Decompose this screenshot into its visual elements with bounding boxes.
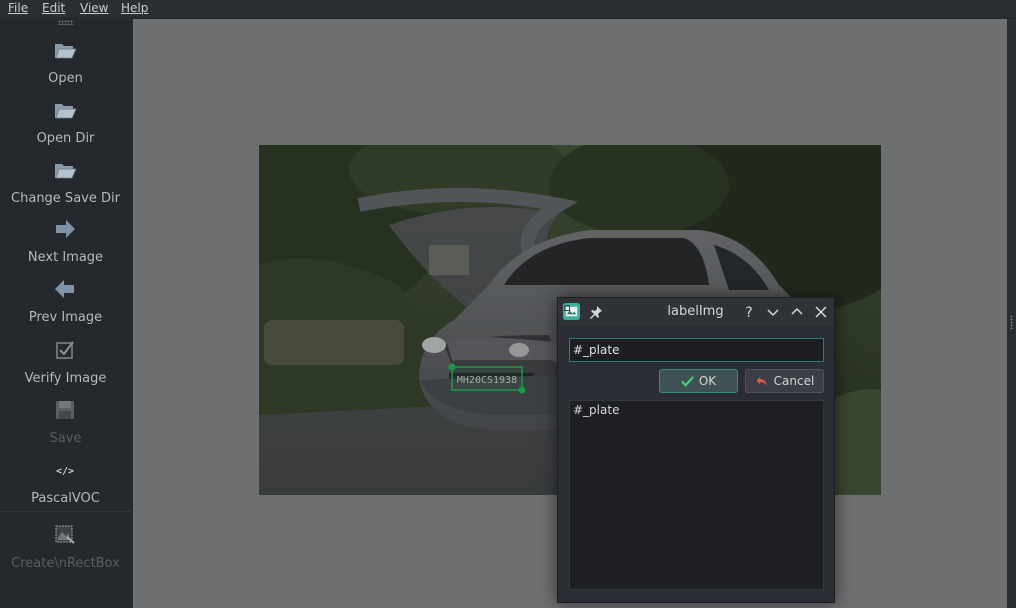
floppy-disk-icon <box>56 401 74 419</box>
right-dock-edge <box>1007 19 1016 608</box>
svg-text:?: ? <box>745 305 752 320</box>
arrow-left-icon <box>55 280 74 298</box>
minimize-icon[interactable] <box>765 304 781 320</box>
dialog-title: labelImg <box>667 304 724 319</box>
check-icon <box>681 375 694 387</box>
pin-icon[interactable] <box>588 304 604 320</box>
menu-file[interactable]: File <box>8 0 28 17</box>
verify-image-button[interactable]: Verify Image <box>0 326 131 386</box>
label-list[interactable]: #_plate <box>569 400 824 590</box>
close-icon[interactable] <box>813 304 829 320</box>
menu-view[interactable]: View <box>80 0 108 17</box>
code-tag-icon: </> <box>56 466 74 477</box>
list-item[interactable]: #_plate <box>570 401 823 419</box>
pascalvoc-label: PascalVOC <box>31 491 100 506</box>
create-rectbox-button[interactable]: Create\nRectBox <box>0 511 131 571</box>
help-icon[interactable]: ? <box>741 304 757 320</box>
open-button[interactable]: Open <box>0 26 131 86</box>
arrow-right-icon <box>56 220 75 238</box>
labelimg-app-icon <box>562 302 581 321</box>
menu-help[interactable]: Help <box>121 0 148 17</box>
open-dir-button[interactable]: Open Dir <box>0 86 131 146</box>
ok-label: OK <box>698 374 717 388</box>
prev-image-button[interactable]: Prev Image <box>0 265 131 325</box>
maximize-icon[interactable] <box>789 304 805 320</box>
save-label: Save <box>49 431 82 446</box>
menu-edit[interactable]: Edit <box>42 0 65 17</box>
folder-open-icon <box>55 44 77 59</box>
next-image-button[interactable]: Next Image <box>0 205 131 265</box>
menu-bar: File Edit View Help <box>0 0 1016 17</box>
label-dialog: labelImg ? OK Cancel #_plate <box>557 297 835 603</box>
rectbox-icon <box>55 525 75 544</box>
prev-image-label: Prev Image <box>28 310 103 325</box>
undo-arrow-icon <box>756 376 767 387</box>
next-image-label: Next Image <box>27 250 104 265</box>
dock-handle[interactable] <box>1010 315 1013 329</box>
dialog-titlebar[interactable]: labelImg ? <box>558 298 834 326</box>
verify-image-label: Verify Image <box>24 371 107 386</box>
svg-text:</>: </> <box>56 466 74 477</box>
folder-open-icon <box>55 104 77 119</box>
change-save-dir-button[interactable]: Change Save Dir <box>0 146 131 206</box>
pascalvoc-button[interactable]: </> PascalVOC <box>0 446 131 506</box>
open-dir-label: Open Dir <box>36 131 95 146</box>
open-label: Open <box>48 71 83 86</box>
label-input[interactable] <box>569 338 824 362</box>
toolbar: Open Open Dir Change Save Dir Next Image… <box>0 17 131 608</box>
checkbox-icon <box>56 341 74 359</box>
cancel-button[interactable]: Cancel <box>745 369 824 393</box>
toolbar-grip[interactable] <box>58 20 74 25</box>
create-rectbox-label: Create\nRectBox <box>11 556 120 571</box>
ok-button[interactable]: OK <box>659 369 738 393</box>
cancel-label: Cancel <box>773 374 815 388</box>
save-button[interactable]: Save <box>0 386 131 446</box>
change-save-dir-label: Change Save Dir <box>11 191 120 206</box>
folder-open-icon <box>55 164 77 179</box>
